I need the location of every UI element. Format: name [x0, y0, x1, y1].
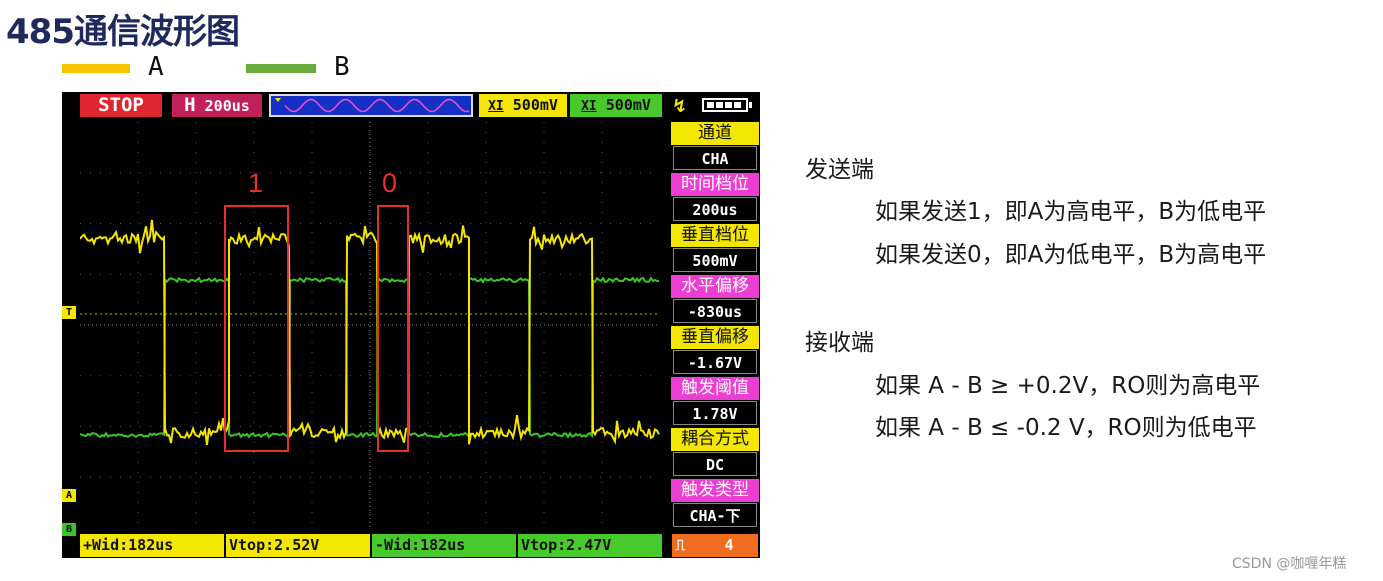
measure-vtop-a[interactable]: Vtop:2.52V [226, 534, 370, 557]
ch-b-scale: 500mV [605, 96, 651, 114]
legend-label-a: A [148, 52, 164, 82]
ch-a-prefix: XI [488, 99, 504, 114]
legend-label-b: B [334, 52, 350, 82]
ch-a-offset-marker[interactable]: A [62, 489, 76, 502]
panel-trigger-threshold-value: 1.78V [673, 401, 757, 425]
ch-a-scale: 500mV [512, 96, 558, 114]
waveform-plot[interactable]: 1 0 [79, 122, 660, 528]
recv-heading: 接收端 [805, 330, 874, 356]
panel-vertical-offset[interactable]: 垂直偏移 -1.67V [671, 326, 759, 376]
bit-label-1: 1 [248, 168, 263, 198]
waveform-canvas: 1 0 [79, 122, 660, 528]
timebase-prefix: H [184, 94, 196, 116]
ch-b-prefix: XI [581, 99, 597, 114]
waveform-overview-icon [275, 98, 470, 113]
measure-count: 4 [724, 536, 734, 554]
run-stop-button[interactable]: STOP [80, 94, 162, 117]
send-line-2: 如果发送0，即A为低电平，B为高电平 [875, 242, 1267, 268]
panel-coupling[interactable]: 耦合方式 DC [671, 428, 759, 478]
trigger-edge-icon: ↯ [672, 96, 688, 117]
trigger-level-marker[interactable]: T [62, 306, 76, 319]
ch-b-offset-marker[interactable]: B [62, 523, 76, 536]
ch-b-scale-button[interactable]: XI 500mV [570, 94, 662, 117]
panel-trigger-type-value: CHA-下 [673, 503, 757, 527]
panel-channel[interactable]: 通道 CHA [671, 122, 759, 172]
panel-trigger-threshold[interactable]: 触发阈值 1.78V [671, 377, 759, 427]
scope-top-bar: STOP H 200us XI 500mV XI 500mV ↯ [62, 92, 760, 120]
panel-timebase-label: 时间档位 [671, 173, 759, 196]
recv-line-2: 如果 A - B ≤ -0.2 V，RO则为低电平 [875, 415, 1257, 441]
panel-horizontal-offset[interactable]: 水平偏移 -830us [671, 275, 759, 325]
pulse-icon: ⎍ [675, 536, 686, 554]
panel-coupling-label: 耦合方式 [671, 428, 759, 451]
panel-trigger-type-label: 触发类型 [671, 479, 759, 502]
panel-trigger-type[interactable]: 触发类型 CHA-下 [671, 479, 759, 529]
legend-swatch-a [62, 64, 130, 73]
measure-count-button[interactable]: ⎍ 4 [672, 534, 758, 557]
send-line-1: 如果发送1，即A为高电平，B为低电平 [875, 199, 1267, 225]
panel-vertical-scale-label: 垂直档位 [671, 224, 759, 247]
waveform-overview[interactable] [269, 94, 473, 117]
grid-lines [80, 122, 660, 528]
panel-timebase[interactable]: 时间档位 200us [671, 173, 759, 223]
ch-a-scale-button[interactable]: XI 500mV [479, 94, 567, 117]
measure-vtop-b[interactable]: Vtop:2.47V [518, 534, 662, 557]
bit-label-0: 0 [382, 168, 397, 198]
battery-icon [702, 98, 752, 112]
panel-vertical-offset-label: 垂直偏移 [671, 326, 759, 349]
timebase-value: 200us [204, 97, 250, 115]
measure-negative-width[interactable]: -Wid:182us [372, 534, 516, 557]
oscilloscope-screen: STOP H 200us XI 500mV XI 500mV ↯ 1 0 T A… [62, 92, 760, 558]
panel-horizontal-offset-label: 水平偏移 [671, 275, 759, 298]
timebase-button[interactable]: H 200us [172, 94, 262, 117]
panel-vertical-scale-value: 500mV [673, 248, 757, 272]
panel-vertical-offset-value: -1.67V [673, 350, 757, 374]
panel-timebase-value: 200us [673, 197, 757, 221]
measure-positive-width[interactable]: +Wid:182us [80, 534, 224, 557]
legend-swatch-b [246, 64, 316, 73]
panel-horizontal-offset-value: -830us [673, 299, 757, 323]
panel-coupling-value: DC [673, 452, 757, 476]
credit: CSDN @咖喱年糕 [1232, 556, 1347, 572]
panel-vertical-scale[interactable]: 垂直档位 500mV [671, 224, 759, 274]
trace-b [79, 275, 660, 439]
panel-trigger-threshold-label: 触发阈值 [671, 377, 759, 400]
send-heading: 发送端 [805, 157, 874, 183]
panel-channel-label: 通道 [671, 122, 759, 145]
page-title: 485通信波形图 [6, 12, 240, 52]
bit-0-box [377, 205, 409, 452]
panel-channel-value: CHA [673, 146, 757, 170]
recv-line-1: 如果 A - B ≥ +0.2V，RO则为高电平 [875, 373, 1261, 399]
